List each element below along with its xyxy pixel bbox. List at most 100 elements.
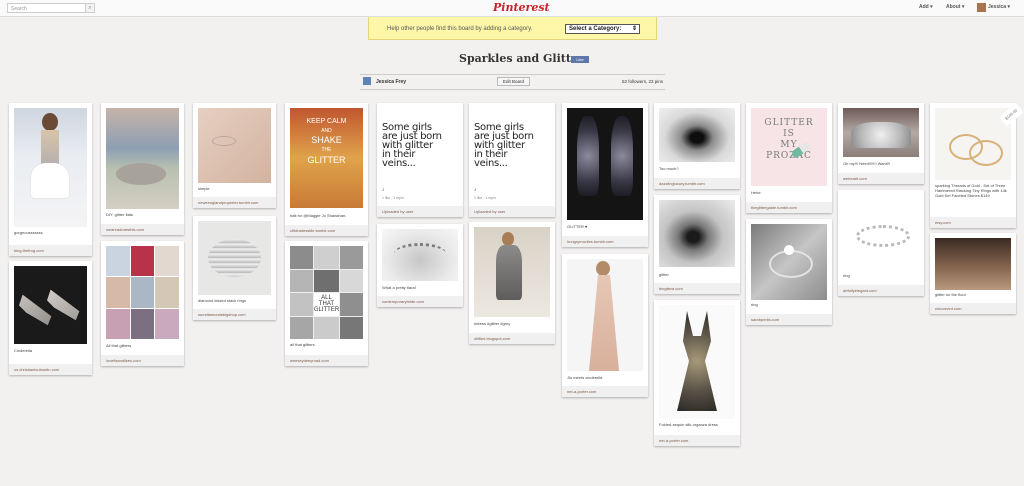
- pin-source[interactable]: cincosved.com: [935, 306, 961, 311]
- category-select[interactable]: Select a Category: ⇕: [565, 24, 640, 34]
- user-avatar[interactable]: [977, 3, 986, 12]
- pin-source[interactable]: etsy.com: [935, 220, 951, 225]
- pin-card[interactable]: Some girls are just born with glitter in…: [469, 103, 555, 217]
- pin-image[interactable]: [567, 108, 643, 220]
- pin-source[interactable]: neweenglandproperter.tumblr.com: [198, 200, 258, 205]
- pin-footer: bing.thefrog.com: [9, 245, 92, 256]
- pin-image[interactable]: Some girls are just born with glitter in…: [474, 108, 550, 178]
- facebook-like-button[interactable]: Like: [571, 56, 589, 63]
- pin-card[interactable]: #dress #glitter #grey oliified.blogspot.…: [469, 222, 555, 344]
- pin-source[interactable]: net-a-porter.com: [567, 389, 596, 394]
- pin-image[interactable]: [14, 108, 87, 227]
- pin-image-text: MY: [780, 140, 798, 150]
- pin-source[interactable]: hungrymovlies.tumblr.com: [567, 239, 613, 244]
- pin-source[interactable]: artfullyelegant.com: [843, 288, 877, 293]
- collage-tile: [290, 269, 313, 292]
- pin-image[interactable]: [106, 108, 179, 209]
- pin-image[interactable]: Some girls are just born with glitter in…: [382, 108, 458, 178]
- pin-source[interactable]: contemporarybride.com: [382, 299, 424, 304]
- pin-source[interactable]: oliified.blogspot.com: [474, 336, 510, 341]
- pin-source[interactable]: wehearit.com: [843, 176, 867, 181]
- pin-image[interactable]: [474, 227, 550, 317]
- pin-source[interactable]: theglittergalde.tumblr.com: [751, 205, 797, 210]
- owner-name[interactable]: Jessica Frey: [376, 79, 406, 85]
- pin-card[interactable]: Too much? dazzlingluxury.tumblr.com: [654, 103, 740, 189]
- pin-source[interactable]: us.christianlouboutin.com: [14, 367, 59, 372]
- pin-image[interactable]: [659, 305, 735, 419]
- pin-image[interactable]: [935, 238, 1011, 290]
- pin-image-text: SHAKE: [311, 135, 342, 145]
- pin-footer: theglittergalde.tumblr.com: [746, 202, 832, 213]
- pin-image[interactable]: KEEP CALM AND SHAKE THE GLITTER: [290, 108, 363, 208]
- pin-image-text: GLITTER: [764, 118, 814, 128]
- pin-image[interactable]: [659, 200, 735, 267]
- search-input[interactable]: Search: [7, 3, 94, 13]
- pin-card[interactable]: All that glitters lovefisandlikes.com: [101, 241, 184, 366]
- pin-image[interactable]: [198, 221, 271, 295]
- pin-card[interactable]: Oh my!!! Need!!!!!!! Want!!! wehearit.co…: [838, 103, 924, 184]
- pin-image[interactable]: [751, 224, 827, 300]
- pin-card[interactable]: simple neweenglandproperter.tumblr.com: [193, 103, 276, 208]
- edit-board-button[interactable]: Edit Board: [497, 77, 530, 86]
- pin-source[interactable]: lovefisandlikes.com: [106, 358, 141, 363]
- pin-card[interactable]: KEEP CALM AND SHAKE THE GLITTER halt for…: [285, 103, 368, 236]
- pin-description: J: [382, 187, 384, 192]
- pin-description: glitter: [659, 272, 669, 277]
- search-icon[interactable]: ⌕: [85, 3, 95, 13]
- pin-card[interactable]: gorgeousssssss bing.thefrog.com: [9, 103, 92, 256]
- collage-tile: [155, 277, 179, 308]
- pin-footer: bingfava.com: [654, 283, 740, 294]
- pin-card[interactable]: $149.00 sparking Threads of Gold - Set o…: [930, 103, 1024, 228]
- collage-tile: [106, 246, 130, 277]
- pin-card[interactable]: Cinderella us.christianlouboutin.com: [9, 261, 92, 375]
- board-title: Sparkles and Glitter: [459, 52, 584, 65]
- pin-card[interactable]: What a pretty tiara! contemporarybride.c…: [377, 224, 463, 307]
- pin-image[interactable]: [14, 266, 87, 344]
- about-menu[interactable]: About ▾: [946, 4, 964, 10]
- pin-source[interactable]: Uploaded by user: [382, 209, 413, 214]
- pin-image[interactable]: [382, 229, 458, 281]
- collage-tile: [340, 269, 363, 292]
- pin-card[interactable]: ring sarahperils.com: [746, 219, 832, 325]
- pin-card[interactable]: glitter on the floor cincosved.com: [930, 233, 1016, 314]
- pin-source[interactable]: bingfava.com: [659, 286, 683, 291]
- pin-image[interactable]: [843, 108, 919, 157]
- pin-card[interactable]: GLITTER IS MY PROZAC Hehe. theglittergal…: [746, 103, 832, 213]
- pin-card[interactable]: Folded-sequin silk-organza dress net-a-p…: [654, 300, 740, 446]
- collage-tile: [313, 269, 340, 292]
- pin-card[interactable]: Some girls are just born with glitter in…: [377, 103, 463, 217]
- pin-description: Jlo meets cinderella: [567, 375, 603, 380]
- pin-footer: oliified.blogspot.com: [469, 333, 555, 344]
- pinterest-logo[interactable]: Pinterest: [493, 1, 550, 14]
- pin-image-text: GLITTER: [313, 307, 340, 313]
- pin-source[interactable]: Uploaded by user: [474, 209, 505, 214]
- pin-image[interactable]: [843, 195, 919, 271]
- pin-source[interactable]: net-a-porter.com: [659, 438, 688, 443]
- pin-card[interactable]: ring artfullyelegant.com: [838, 190, 924, 296]
- pin-source[interactable]: sarahperils.com: [751, 317, 779, 322]
- pin-card[interactable]: DIY: glitter flats weareadoresthis.com: [101, 103, 184, 235]
- pin-card[interactable]: GLITTER ♥ hungrymovlies.tumblr.com: [562, 103, 648, 247]
- pin-source[interactable]: weeseydeeyroad.com: [290, 358, 329, 363]
- pin-source[interactable]: bing.thefrog.com: [14, 248, 44, 253]
- pin-card[interactable]: diamond kissed stack rings sumdiamondsbi…: [193, 216, 276, 320]
- pin-source[interactable]: sumdiamondsbigshop.com: [198, 312, 246, 317]
- owner-avatar[interactable]: [363, 77, 371, 85]
- pin-card[interactable]: Jlo meets cinderella net-a-porter.com: [562, 254, 648, 397]
- user-menu[interactable]: Jessica ▾: [988, 4, 1010, 10]
- pin-card[interactable]: glitter bingfava.com: [654, 195, 740, 294]
- pin-image[interactable]: ALL THAT GLITTER: [290, 246, 363, 339]
- pin-source[interactable]: dazzlingluxury.tumblr.com: [659, 181, 705, 186]
- pin-image[interactable]: [567, 259, 643, 371]
- pin-image-text: THE: [321, 147, 332, 153]
- pin-footer: contemporarybride.com: [377, 296, 463, 307]
- pin-image[interactable]: GLITTER IS MY PROZAC: [751, 108, 827, 186]
- pin-source[interactable]: weareadoresthis.com: [106, 227, 144, 232]
- pin-card[interactable]: ALL THAT GLITTER all that glitters weese…: [285, 241, 368, 366]
- add-menu[interactable]: Add ▾: [919, 4, 933, 10]
- pin-image[interactable]: [659, 108, 735, 162]
- pin-description: simple: [198, 186, 210, 191]
- pin-image[interactable]: [198, 108, 271, 183]
- pin-source[interactable]: cfitdradesstile.tumblr.com: [290, 228, 335, 233]
- pin-image[interactable]: [106, 246, 179, 339]
